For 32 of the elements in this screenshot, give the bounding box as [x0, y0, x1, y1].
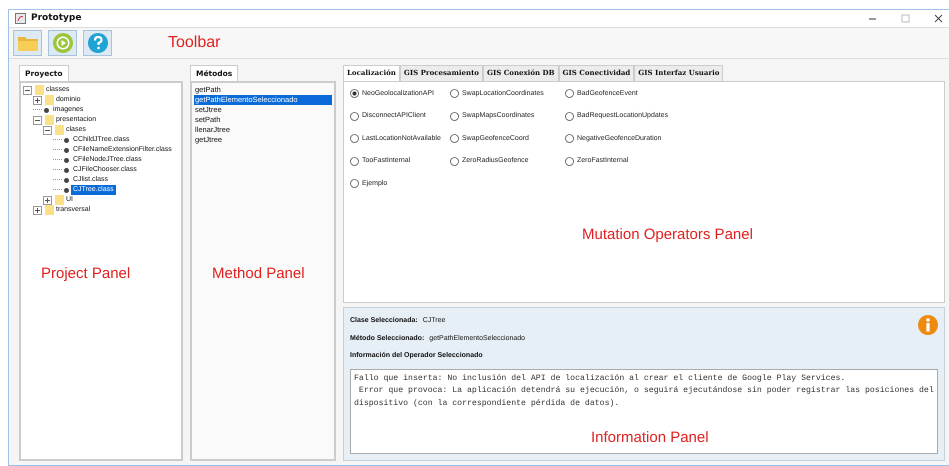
annotation-label: Method Panel	[212, 264, 305, 284]
annotation-label: Information Panel	[591, 432, 709, 444]
description-line: Error que provoca: La aplicación detendrá su ejecución, o seguirá ejecutándose sin poder registrar las posiciones del	[358, 385, 934, 397]
node-icon	[62, 156, 71, 165]
description-line: dispositivo (con la correspondiente pérdida de datos).	[354, 398, 620, 410]
node-icon	[62, 186, 71, 195]
description-line: Fallo que inserta: No inclusión del API de localización al crear el cliente de Google Play Services.	[354, 372, 846, 384]
node-icon	[42, 106, 51, 115]
help-icon	[86, 32, 108, 54]
annotation-label: Project Panel	[41, 264, 130, 284]
play-icon	[52, 32, 74, 54]
folder-icon	[45, 95, 54, 106]
node-icon	[62, 146, 71, 155]
close-icon[interactable]	[934, 14, 943, 23]
app-icon	[15, 13, 26, 24]
play-button[interactable]	[48, 30, 77, 56]
help-button[interactable]	[83, 30, 112, 56]
folder-icon	[45, 205, 54, 216]
description-text-area[interactable]	[350, 368, 938, 454]
node-icon	[62, 136, 71, 145]
node-icon	[62, 176, 71, 185]
folder-icon	[45, 115, 54, 126]
annotation-label: Toolbar	[168, 33, 220, 53]
folder-icon	[35, 85, 44, 96]
folder-button[interactable]	[13, 30, 42, 56]
folder-icon	[55, 195, 64, 206]
window-title: Prototype	[31, 12, 82, 25]
node-icon	[62, 166, 71, 175]
folder-icon	[55, 125, 64, 136]
annotation-label: Mutation Operators Panel	[582, 224, 753, 244]
info-icon	[918, 315, 938, 335]
maximize-icon[interactable]	[901, 14, 910, 23]
